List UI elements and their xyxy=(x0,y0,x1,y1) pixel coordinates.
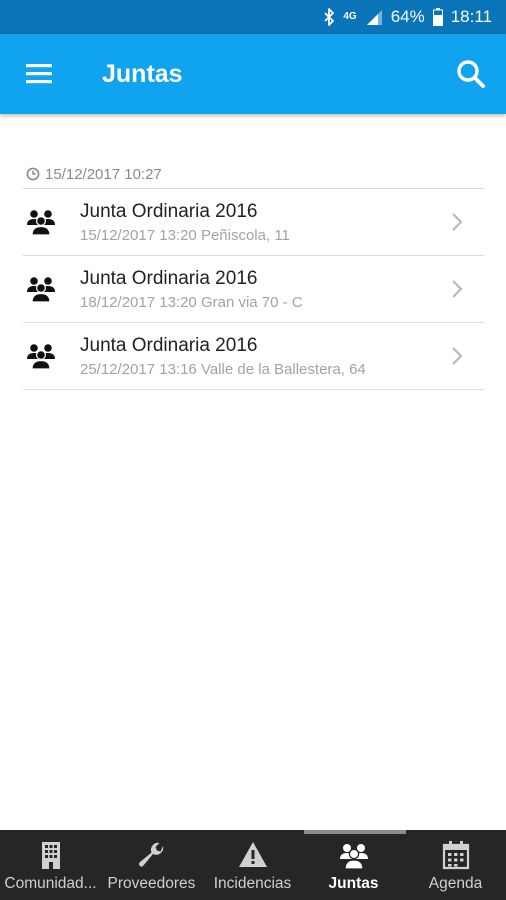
list-item[interactable]: Junta Ordinaria 2016 18/12/2017 13:20 Gr… xyxy=(23,256,484,323)
nav-item-comunidades[interactable]: Comunidad... xyxy=(0,830,101,900)
warning-icon xyxy=(238,842,267,867)
group-icon xyxy=(27,344,55,370)
nav-label: Proveedores xyxy=(107,875,196,892)
section-date: 15/12/2017 10:27 xyxy=(45,165,162,183)
item-title: Junta Ordinaria 2016 xyxy=(80,201,258,222)
list-item[interactable]: Junta Ordinaria 2016 25/12/2017 13:16 Va… xyxy=(23,323,484,390)
group-icon xyxy=(339,844,368,870)
search-button[interactable] xyxy=(454,57,488,91)
nav-label: Juntas xyxy=(328,875,379,892)
nav-label: Incidencias xyxy=(213,875,292,892)
nav-label: Agenda xyxy=(428,875,483,892)
nav-item-incidencias[interactable]: Incidencias xyxy=(202,830,303,900)
nav-item-juntas[interactable]: Juntas xyxy=(303,830,404,900)
building-icon xyxy=(41,842,60,869)
search-icon xyxy=(457,60,485,88)
status-indicators: 4G 64% 18:11 xyxy=(323,0,492,34)
battery-icon xyxy=(432,8,443,26)
clock: 18:11 xyxy=(450,7,492,26)
signal-icon xyxy=(366,10,382,25)
status-bar: 4G 64% 18:11 xyxy=(0,0,506,34)
item-subtitle: 25/12/2017 13:16 Valle de la Ballestera,… xyxy=(80,361,366,378)
item-subtitle: 15/12/2017 13:20 Peñiscola, 11 xyxy=(80,227,290,244)
chevron-right-icon xyxy=(452,347,463,365)
group-icon xyxy=(27,277,55,303)
calendar-icon xyxy=(442,841,469,870)
bluetooth-icon xyxy=(324,8,335,26)
wrench-icon xyxy=(138,842,163,867)
chevron-right-icon xyxy=(452,213,463,231)
nav-item-proveedores[interactable]: Proveedores xyxy=(101,830,202,900)
bottom-nav: Comunidad... Proveedores Incidencias Jun… xyxy=(0,830,506,900)
page-title: Juntas xyxy=(102,60,183,88)
nav-item-agenda[interactable]: Agenda xyxy=(405,830,506,900)
item-subtitle: 18/12/2017 13:20 Gran via 70 - C xyxy=(80,294,303,311)
battery-percent: 64% xyxy=(390,7,425,26)
item-title: Junta Ordinaria 2016 xyxy=(80,268,258,289)
list-item[interactable]: Junta Ordinaria 2016 15/12/2017 13:20 Pe… xyxy=(23,189,484,256)
group-icon xyxy=(27,210,55,236)
item-title: Junta Ordinaria 2016 xyxy=(80,335,258,356)
section-date-header: 15/12/2017 10:27 xyxy=(23,160,484,189)
menu-button[interactable] xyxy=(24,60,58,88)
menu-icon xyxy=(26,64,52,84)
nav-label: Comunidad... xyxy=(4,875,97,892)
clock-icon xyxy=(26,167,40,181)
chevron-right-icon xyxy=(452,280,463,298)
network-type: 4G xyxy=(343,11,357,22)
app-bar: Juntas xyxy=(0,34,506,114)
juntas-list: 15/12/2017 10:27 Junta Ordinaria 2016 15… xyxy=(23,160,484,390)
